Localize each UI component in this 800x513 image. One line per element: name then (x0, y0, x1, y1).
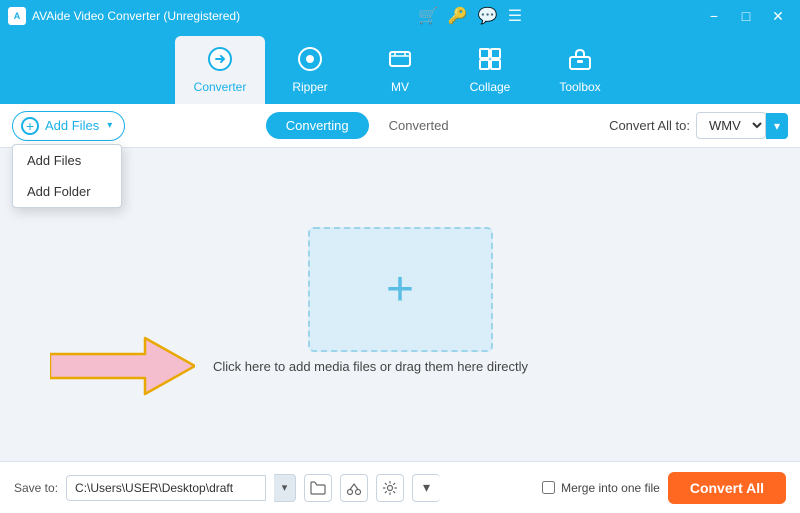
hint-row: Click here to add media files or drag th… (50, 336, 528, 396)
merge-checkbox[interactable] (542, 481, 555, 494)
converter-label: Converter (194, 80, 247, 94)
format-dropdown-btn[interactable]: ▾ (766, 113, 788, 139)
add-circle-icon: + (21, 117, 39, 135)
save-path-input[interactable] (66, 475, 266, 501)
app-title: AVAide Video Converter (Unregistered) (32, 9, 240, 23)
mv-label: MV (391, 80, 409, 94)
toolbar: + Add Files ▾ Add Files Add Folder Conve… (0, 104, 800, 148)
bottom-bar: Save to: ▾ ▾ Merge into one file Convert… (0, 461, 800, 513)
drop-zone[interactable]: + (308, 227, 493, 352)
tab-converting[interactable]: Converting (266, 112, 369, 139)
tab-area: Converting Converted (266, 112, 469, 139)
merge-checkbox-area: Merge into one file (542, 481, 660, 495)
collage-icon (477, 46, 503, 76)
ripper-icon (297, 46, 323, 76)
maximize-button[interactable]: □ (732, 5, 760, 27)
convert-all-to: Convert All to: WMV MP4 AVI MOV MKV ▾ (609, 112, 788, 139)
toolbox-icon (567, 46, 593, 76)
title-bar-icons: 🛒 🔑 💬 ☰ (418, 6, 522, 26)
key-icon[interactable]: 🔑 (448, 6, 468, 26)
nav-item-ripper[interactable]: Ripper (265, 36, 355, 104)
add-files-dropdown: Add Files Add Folder (12, 144, 122, 208)
cart-icon[interactable]: 🛒 (418, 6, 438, 26)
nav-bar: Converter Ripper MV (0, 32, 800, 104)
title-bar: A AVAide Video Converter (Unregistered) … (0, 0, 800, 32)
dropdown-add-files[interactable]: Add Files (13, 145, 121, 176)
convert-all-to-label: Convert All to: (609, 118, 690, 133)
add-files-button[interactable]: + Add Files ▾ (12, 111, 125, 141)
add-files-label: Add Files (45, 118, 99, 133)
settings-dropdown-btn[interactable]: ▾ (412, 474, 440, 502)
format-select[interactable]: WMV MP4 AVI MOV MKV (696, 112, 766, 139)
title-bar-right: − □ ✕ (700, 5, 792, 27)
tab-converted[interactable]: Converted (369, 112, 469, 139)
cut-btn[interactable] (340, 474, 368, 502)
nav-item-collage[interactable]: Collage (445, 36, 535, 104)
merge-label: Merge into one file (561, 481, 660, 495)
title-bar-left: A AVAide Video Converter (Unregistered) (8, 7, 240, 25)
chat-icon[interactable]: 💬 (478, 6, 498, 26)
nav-item-toolbox[interactable]: Toolbox (535, 36, 625, 104)
save-path-dropdown-btn[interactable]: ▾ (274, 474, 296, 502)
minimize-button[interactable]: − (700, 5, 728, 27)
save-to-label: Save to: (14, 481, 58, 495)
close-button[interactable]: ✕ (764, 5, 792, 27)
arrow-graphic (50, 336, 195, 396)
mv-icon (387, 46, 413, 76)
dropdown-add-folder[interactable]: Add Folder (13, 176, 121, 207)
drop-plus-icon: + (386, 266, 414, 314)
arrow-svg (50, 336, 195, 396)
folder-open-btn[interactable] (304, 474, 332, 502)
convert-all-button[interactable]: Convert All (668, 472, 786, 504)
add-files-dropdown-arrow: ▾ (107, 120, 112, 131)
toolbox-label: Toolbox (559, 80, 600, 94)
nav-item-converter[interactable]: Converter (175, 36, 265, 104)
nav-item-mv[interactable]: MV (355, 36, 445, 104)
app-icon: A (8, 7, 26, 25)
hint-text: Click here to add media files or drag th… (213, 359, 528, 374)
converter-icon (207, 46, 233, 76)
collage-label: Collage (470, 80, 511, 94)
menu-icon[interactable]: ☰ (508, 6, 522, 26)
settings-btn[interactable] (376, 474, 404, 502)
ripper-label: Ripper (292, 80, 327, 94)
